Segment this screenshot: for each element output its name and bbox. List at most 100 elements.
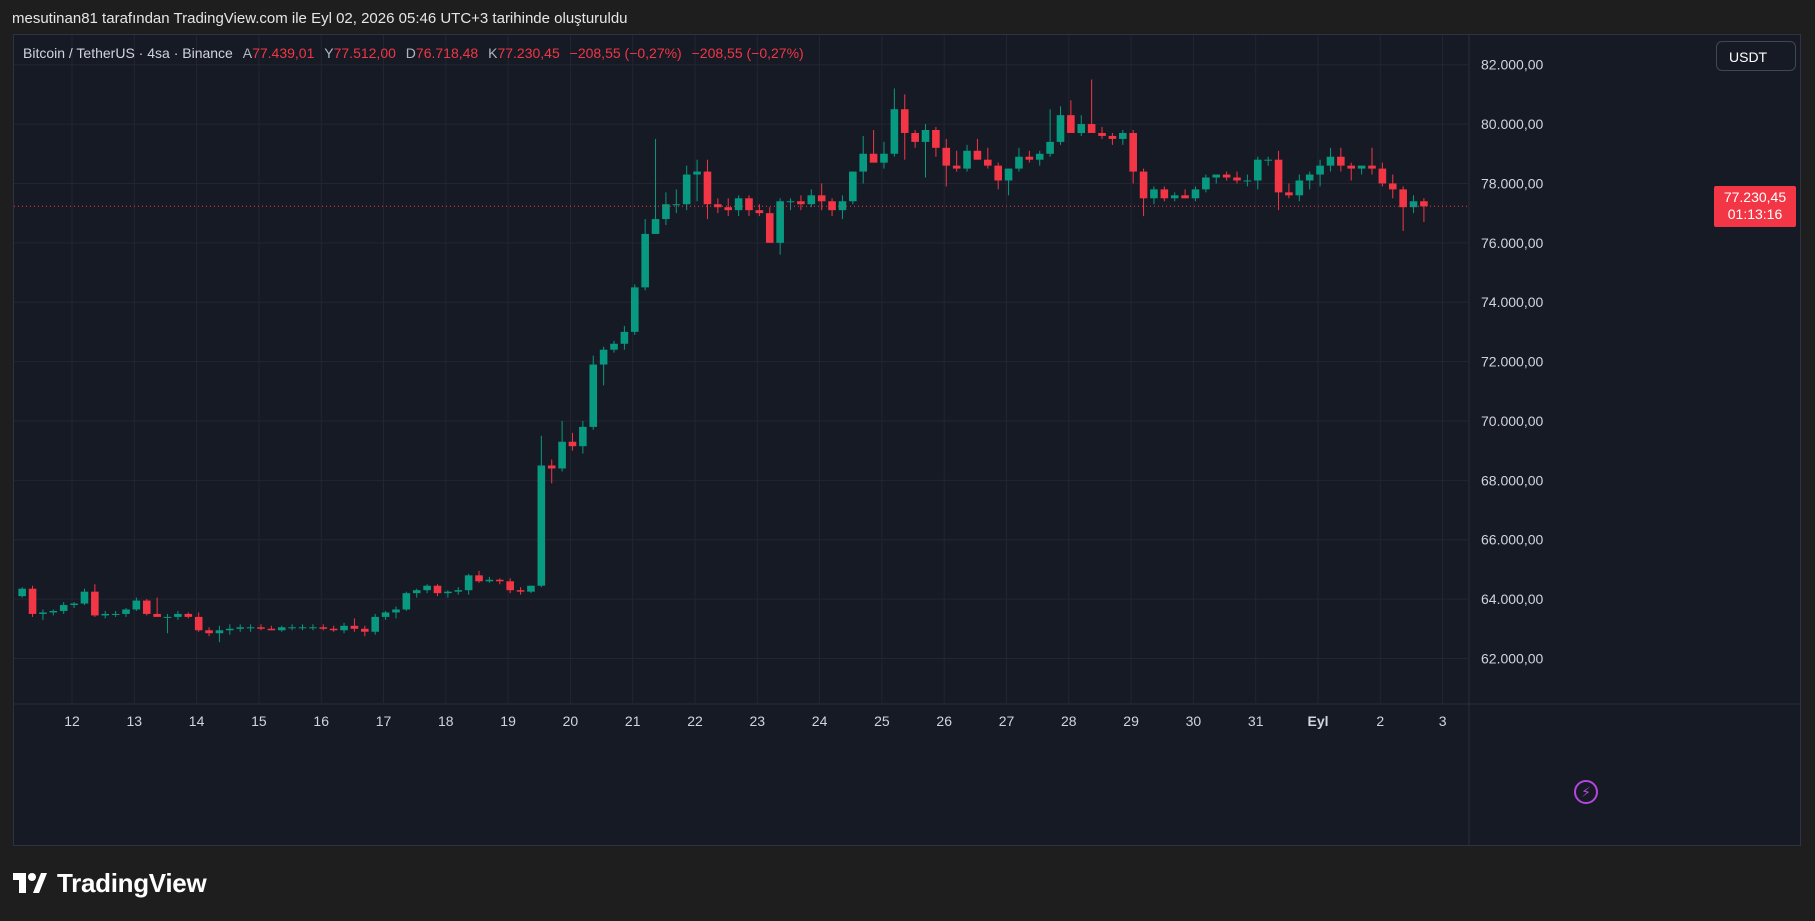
close-value: 77.230,45	[497, 45, 560, 61]
candle-body	[1295, 180, 1304, 196]
candle-body	[39, 612, 47, 614]
candle-body	[786, 201, 795, 203]
candle-body	[1243, 180, 1252, 182]
candle-body	[828, 201, 836, 211]
low-key: D	[405, 45, 416, 61]
candle-body	[309, 627, 317, 629]
y-tick-label: 66.000,00	[1481, 532, 1543, 548]
x-tick-label: 25	[874, 713, 890, 729]
candle-body	[101, 613, 110, 616]
candle-body	[1357, 165, 1366, 169]
candle-body	[1181, 195, 1189, 199]
candle-body	[1077, 124, 1086, 133]
last-price-label: 77.230,45 01:13:16	[1714, 186, 1796, 228]
y-tick-label: 68.000,00	[1481, 472, 1543, 488]
candle-body	[537, 465, 546, 586]
candle-body	[1015, 156, 1023, 169]
candle-body	[1347, 165, 1356, 169]
candle-body	[1337, 156, 1345, 166]
candle-body	[776, 201, 784, 243]
candle-body	[1264, 159, 1272, 161]
candle-body	[817, 195, 826, 202]
last-price-value: 77.230,45	[1723, 189, 1787, 206]
high-value: 77.512,00	[333, 45, 396, 61]
chart-caption: mesutinan81 tarafından TradingView.com i…	[12, 10, 628, 27]
candle-body	[423, 585, 431, 591]
candle-body	[807, 195, 816, 205]
x-tick-label: 15	[251, 713, 267, 729]
candle-body	[1399, 189, 1407, 208]
candle-body	[392, 609, 400, 613]
candle-body	[869, 153, 878, 163]
candle-body	[1108, 135, 1117, 139]
x-tick-label: 24	[812, 713, 828, 729]
candle-body	[1316, 165, 1324, 175]
candle-body	[516, 590, 525, 592]
y-tick-label: 76.000,00	[1481, 235, 1543, 251]
candle-body	[444, 591, 452, 594]
high-key: Y	[324, 45, 334, 61]
low-value: 76.718,48	[415, 45, 479, 61]
candle-body	[734, 198, 743, 211]
x-tick-label: 12	[64, 713, 80, 729]
candle-body	[579, 426, 587, 447]
candle-body	[1160, 189, 1169, 199]
x-tick-label: 2	[1376, 713, 1384, 729]
candle-body	[963, 150, 971, 169]
candle-body	[506, 581, 514, 591]
candle-body	[91, 591, 99, 616]
candle-body	[547, 465, 556, 469]
candle-body	[381, 612, 390, 617]
chart-panel[interactable]: 62.000,00 64.000,00 66.000,00 68.000,00 70.0…	[13, 34, 1801, 846]
candle-body	[111, 613, 120, 615]
y-tick-label: 70.000,00	[1481, 413, 1543, 429]
candle-body	[714, 204, 722, 208]
candle-body	[641, 233, 649, 288]
currency-button[interactable]: USDT	[1716, 41, 1796, 71]
candle-body	[984, 159, 992, 166]
candle-body	[454, 590, 463, 592]
tradingview-logo-icon	[13, 873, 47, 893]
candle-body	[1118, 132, 1127, 139]
candle-body	[911, 132, 919, 142]
x-tick-label: 20	[563, 713, 579, 729]
candle-body	[745, 198, 753, 211]
candle-body	[215, 630, 224, 634]
candle-body	[18, 588, 26, 597]
candle-body	[361, 628, 369, 632]
candle-body	[755, 210, 764, 214]
lightning-bolt-icon[interactable]: ⚡	[1574, 780, 1598, 804]
candlestick-chart[interactable]: 62.000,00 64.000,00 66.000,00 68.000,00 70.0…	[14, 35, 1800, 845]
candle-body	[49, 610, 58, 613]
candle-body	[724, 207, 733, 211]
candle-body	[246, 627, 255, 629]
candle-body	[589, 364, 598, 427]
x-tick-label: 19	[500, 713, 516, 729]
candle-body	[1222, 174, 1231, 178]
y-tick-label: 64.000,00	[1481, 591, 1543, 607]
y-tick-label: 72.000,00	[1481, 354, 1543, 370]
candle-body	[1035, 153, 1044, 160]
candle-body	[59, 605, 68, 611]
symbol-label[interactable]: Bitcoin / TetherUS · 4sa · Binance	[23, 45, 233, 61]
candle-body	[1004, 168, 1013, 181]
open-key: A	[242, 45, 253, 61]
candle-body	[849, 171, 857, 202]
candle-body	[1285, 192, 1293, 196]
y-tick-label: 80.000,00	[1481, 116, 1543, 132]
candle-body	[277, 627, 286, 631]
candle-body	[630, 287, 639, 332]
candle-body	[610, 343, 618, 350]
candle-body	[267, 628, 276, 631]
candle-body	[153, 613, 161, 617]
candle-body	[475, 575, 483, 582]
candle-body	[1025, 156, 1034, 160]
tradingview-brand[interactable]: TradingView	[13, 868, 207, 898]
candle-body	[942, 147, 951, 166]
candle-body	[226, 628, 234, 631]
candle-body	[433, 585, 442, 594]
candle-body	[932, 130, 940, 148]
candle-body	[1191, 189, 1200, 199]
ohlc-legend: Bitcoin / TetherUS · 4sa · Binance A77.4…	[23, 45, 804, 61]
candle-body	[1202, 177, 1210, 190]
